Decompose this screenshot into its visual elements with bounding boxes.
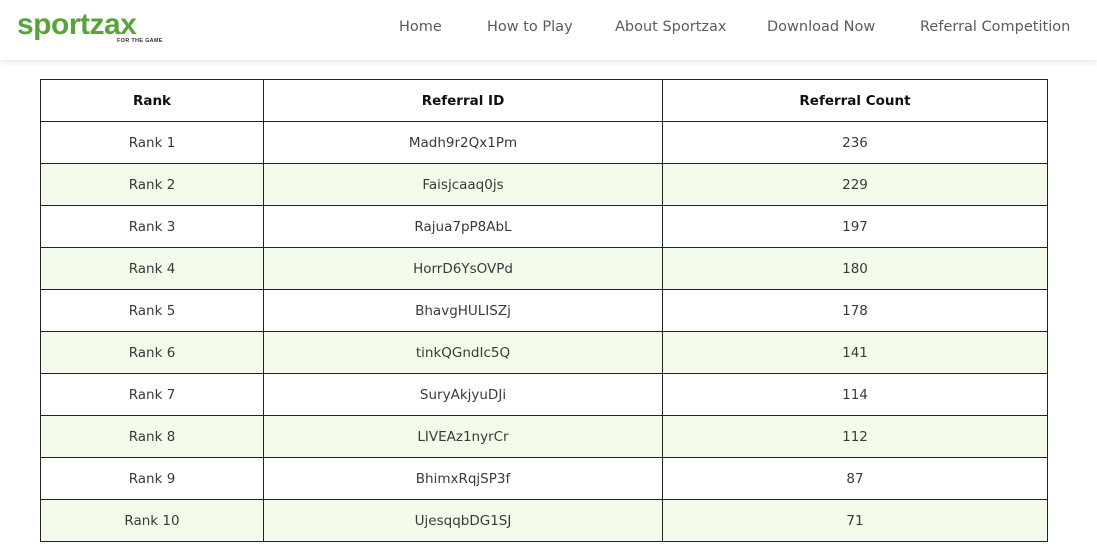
referral-count-cell: 114 xyxy=(662,373,1048,416)
rank-cell: Rank 1 xyxy=(40,121,264,164)
table-row: Rank 6 tinkQGndIc5Q 141 xyxy=(40,331,1048,374)
referral-count-cell: 87 xyxy=(662,457,1048,500)
referral-id-cell: Faisjcaaq0js xyxy=(263,163,663,206)
referral-id-cell: LIVEAz1nyrCr xyxy=(263,415,663,458)
referral-id-column-header: Referral ID xyxy=(263,79,663,122)
referral-count-cell: 236 xyxy=(662,121,1048,164)
referral-id-cell: SuryAkjyuDJi xyxy=(263,373,663,416)
referral-count-cell: 197 xyxy=(662,205,1048,248)
referral-count-cell: 71 xyxy=(662,499,1048,542)
referral-id-cell: tinkQGndIc5Q xyxy=(263,331,663,374)
logo-wordmark: sportzax xyxy=(17,8,137,41)
table-row: Rank 9 BhimxRqjSP3f 87 xyxy=(40,457,1048,500)
table-row: Rank 1 Madh9r2Qx1Pm 236 xyxy=(40,121,1048,164)
table-row: Rank 10 UjesqqbDG1SJ 71 xyxy=(40,499,1048,542)
site-header: sportzax FOR THE GAME Home How to Play A… xyxy=(0,0,1097,60)
referral-count-cell: 180 xyxy=(662,247,1048,290)
rank-cell: Rank 5 xyxy=(40,289,264,332)
nav-referral-competition-link[interactable]: Referral Competition xyxy=(920,19,1070,35)
referral-leaderboard-table: Rank Referral ID Referral Count Rank 1 M… xyxy=(40,79,1048,542)
rank-cell: Rank 3 xyxy=(40,205,264,248)
rank-cell: Rank 4 xyxy=(40,247,264,290)
nav-home-link[interactable]: Home xyxy=(399,19,442,35)
rank-column-header: Rank xyxy=(40,79,264,122)
referral-id-cell: HorrD6YsOVPd xyxy=(263,247,663,290)
table-header-row: Rank Referral ID Referral Count xyxy=(40,79,1048,122)
table-row: Rank 4 HorrD6YsOVPd 180 xyxy=(40,247,1048,290)
rank-cell: Rank 10 xyxy=(40,499,264,542)
nav-how-to-play-link[interactable]: How to Play xyxy=(487,19,573,35)
table-row: Rank 5 BhavgHULISZj 178 xyxy=(40,289,1048,332)
table-row: Rank 2 Faisjcaaq0js 229 xyxy=(40,163,1048,206)
referral-count-cell: 178 xyxy=(662,289,1048,332)
rank-cell: Rank 2 xyxy=(40,163,264,206)
referral-id-cell: UjesqqbDG1SJ xyxy=(263,499,663,542)
referral-id-cell: BhavgHULISZj xyxy=(263,289,663,332)
rank-cell: Rank 6 xyxy=(40,331,264,374)
rank-cell: Rank 7 xyxy=(40,373,264,416)
rank-cell: Rank 8 xyxy=(40,415,264,458)
referral-count-column-header: Referral Count xyxy=(662,79,1048,122)
referral-count-cell: 141 xyxy=(662,331,1048,374)
referral-id-cell: Madh9r2Qx1Pm xyxy=(263,121,663,164)
referral-count-cell: 229 xyxy=(662,163,1048,206)
nav-about-link[interactable]: About Sportzax xyxy=(615,19,726,35)
table-row: Rank 8 LIVEAz1nyrCr 112 xyxy=(40,415,1048,458)
referral-id-cell: Rajua7pP8AbL xyxy=(263,205,663,248)
referral-id-cell: BhimxRqjSP3f xyxy=(263,457,663,500)
table-row: Rank 3 Rajua7pP8AbL 197 xyxy=(40,205,1048,248)
referral-count-cell: 112 xyxy=(662,415,1048,458)
table-row: Rank 7 SuryAkjyuDJi 114 xyxy=(40,373,1048,416)
logo-tagline: FOR THE GAME xyxy=(117,38,163,44)
nav-download-link[interactable]: Download Now xyxy=(767,19,875,35)
rank-cell: Rank 9 xyxy=(40,457,264,500)
sportzax-logo[interactable]: sportzax FOR THE GAME xyxy=(17,8,162,48)
